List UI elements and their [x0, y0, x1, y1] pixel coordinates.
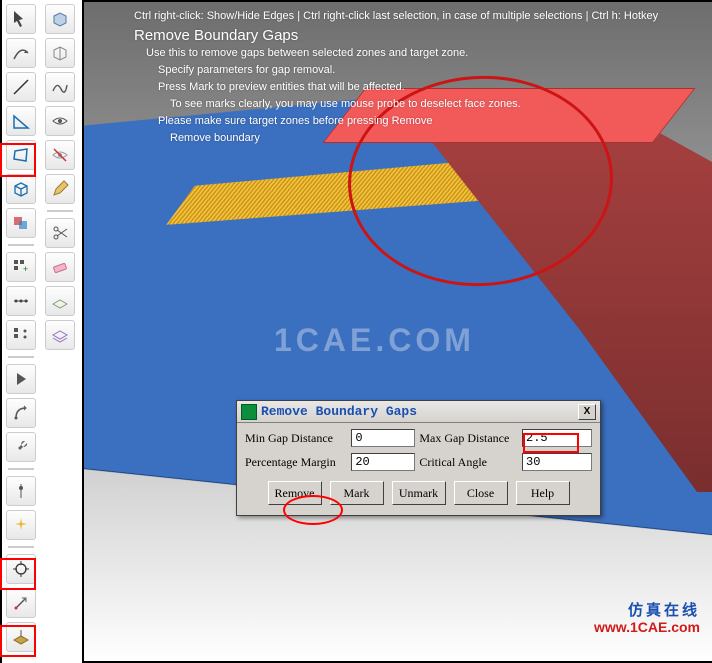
dialog-close-button[interactable]: X [578, 404, 596, 420]
tool-select[interactable] [6, 4, 36, 34]
tool-triangle[interactable] [6, 106, 36, 136]
tool-arrow-dot[interactable] [6, 588, 36, 618]
max-gap-label: Max Gap Distance [419, 431, 518, 446]
tool-target[interactable] [6, 554, 36, 584]
remove-button[interactable]: Remove [268, 481, 322, 505]
tool-spark[interactable] [6, 510, 36, 540]
dialog-app-icon [241, 404, 257, 420]
tool-probe[interactable] [6, 476, 36, 506]
tool-cube-icon[interactable] [45, 4, 75, 34]
toolbar-column-2 [40, 0, 80, 663]
help-button[interactable]: Help [516, 481, 570, 505]
toolbar-column-1: + [2, 0, 40, 663]
tool-layer-icon[interactable] [45, 320, 75, 350]
help-line: Specify parameters for gap removal. [134, 62, 658, 79]
toolbar-separator [8, 468, 34, 470]
max-gap-input[interactable] [522, 429, 592, 447]
dialog-titlebar[interactable]: Remove Boundary Gaps X [237, 401, 600, 423]
tool-play[interactable] [6, 364, 36, 394]
percent-input[interactable] [351, 453, 415, 471]
tool-quad[interactable] [6, 140, 36, 170]
tool-eraser-icon[interactable] [45, 252, 75, 282]
tool-wrench[interactable] [6, 432, 36, 462]
tool-eye-icon[interactable] [45, 106, 75, 136]
viewport-3d[interactable]: Ctrl right-click: Show/Hide Edges | Ctrl… [82, 0, 712, 663]
tool-prism-icon[interactable] [45, 38, 75, 68]
tool-pivot[interactable] [6, 398, 36, 428]
unmark-button[interactable]: Unmark [392, 481, 446, 505]
tool-line[interactable] [6, 72, 36, 102]
percent-label: Percentage Margin [245, 455, 347, 470]
tool-curve-arrow[interactable] [6, 38, 36, 68]
svg-text:+: + [23, 264, 28, 274]
mark-button[interactable]: Mark [330, 481, 384, 505]
dialog-body: Min Gap Distance Max Gap Distance Percen… [237, 423, 600, 515]
angle-input[interactable] [522, 453, 592, 471]
left-toolbars: + [0, 0, 82, 663]
tool-faces[interactable] [6, 208, 36, 238]
toolbar-separator [8, 356, 34, 358]
toolbar-separator [8, 546, 34, 548]
close-button[interactable]: Close [454, 481, 508, 505]
help-line: Please make sure target zones before pre… [134, 113, 658, 130]
tool-plane-icon[interactable] [45, 286, 75, 316]
toolbar-separator [8, 244, 34, 246]
tool-pencil-icon[interactable] [45, 174, 75, 204]
help-line: Use this to remove gaps between selected… [134, 45, 658, 62]
help-line: Remove boundary [134, 130, 658, 147]
tool-grid-align[interactable] [6, 320, 36, 350]
watermark-url: www.1CAE.com [594, 619, 700, 635]
watermark-bottom: 仿真在线 www.1CAE.com [594, 603, 700, 635]
remove-boundary-gaps-dialog: Remove Boundary Gaps X Min Gap Distance … [236, 400, 601, 516]
tool-align[interactable] [6, 286, 36, 316]
tool-box[interactable] [6, 174, 36, 204]
watermark: 1CAE.COM [274, 322, 475, 359]
help-title: Remove Boundary Gaps [134, 27, 658, 44]
help-line: Press Mark to preview entities that will… [134, 79, 658, 96]
tool-grid-add[interactable]: + [6, 252, 36, 282]
min-gap-input[interactable] [351, 429, 415, 447]
hint-line: Ctrl right-click: Show/Hide Edges | Ctrl… [134, 8, 658, 25]
dialog-title-text: Remove Boundary Gaps [261, 404, 417, 419]
watermark-cn: 仿真在线 [594, 603, 700, 619]
tool-flatten[interactable] [6, 622, 36, 652]
angle-label: Critical Angle [419, 455, 518, 470]
tool-scissors-icon[interactable] [45, 218, 75, 248]
toolbar-separator [47, 210, 73, 212]
tool-eye-slash-icon[interactable] [45, 140, 75, 170]
viewport-help-text: Ctrl right-click: Show/Hide Edges | Ctrl… [134, 8, 658, 147]
tool-path-icon[interactable] [45, 72, 75, 102]
help-line: To see marks clearly, you may use mouse … [134, 96, 658, 113]
min-gap-label: Min Gap Distance [245, 431, 347, 446]
